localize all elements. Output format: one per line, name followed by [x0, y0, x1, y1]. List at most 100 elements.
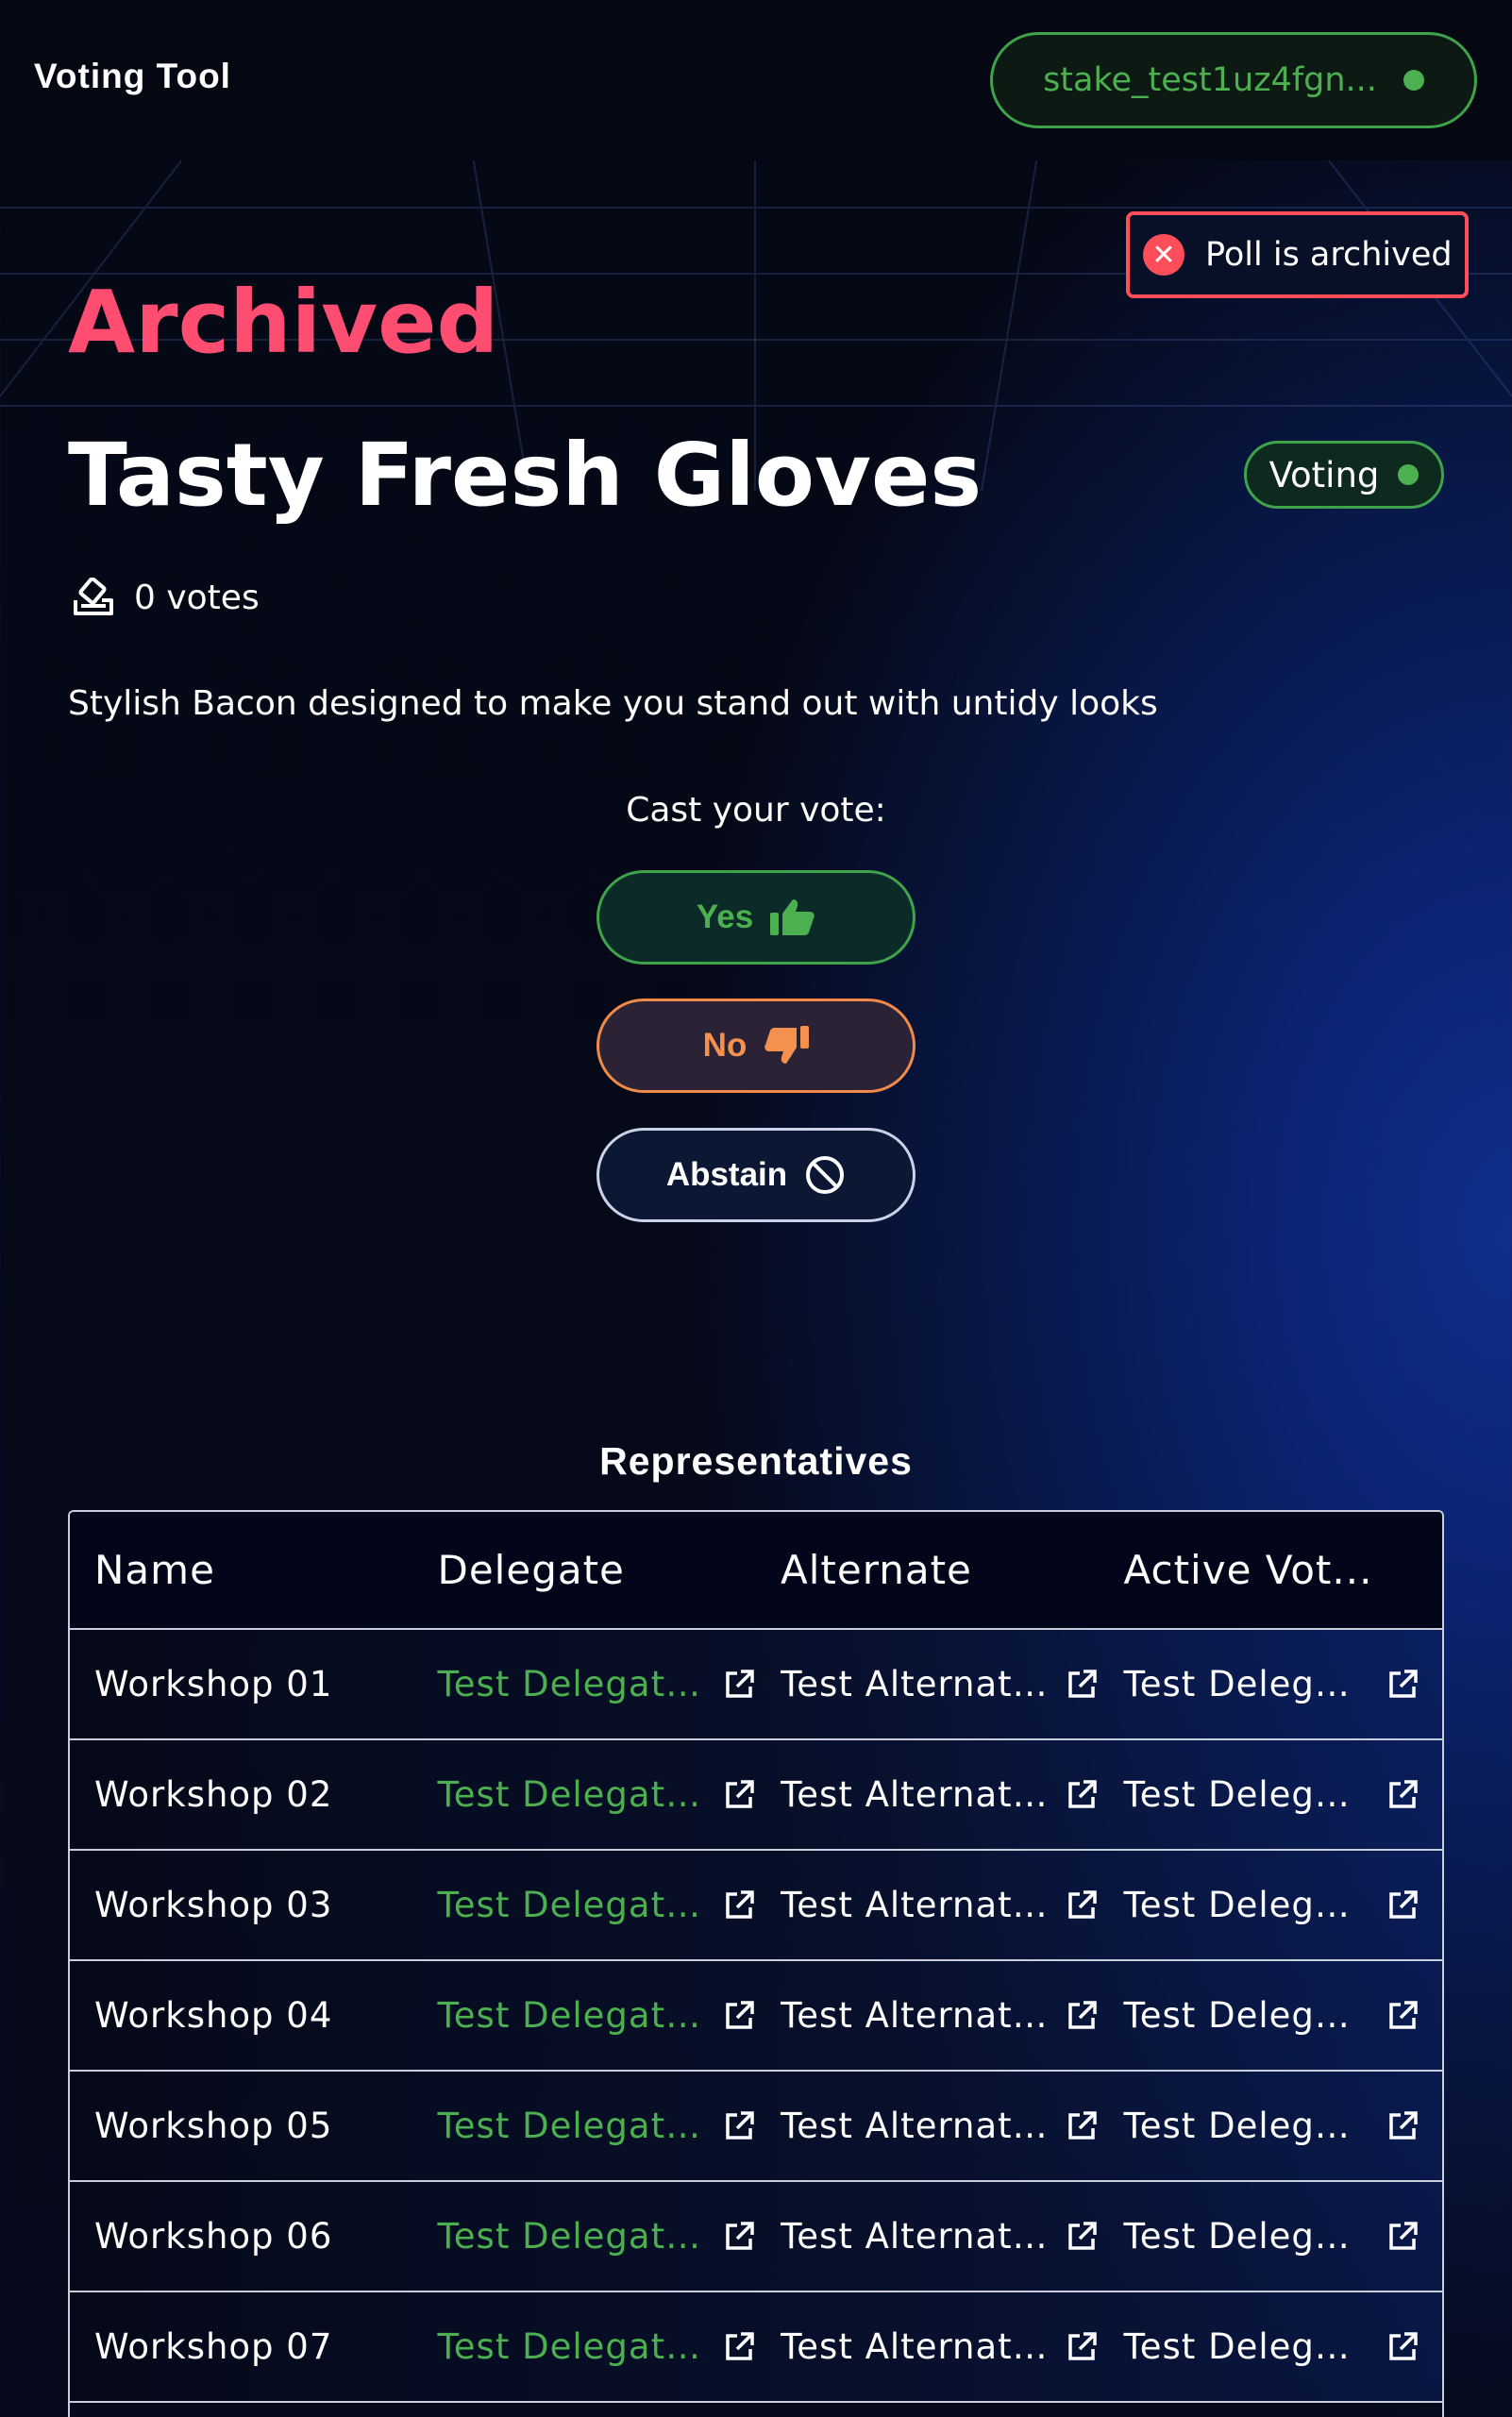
workshop-name: Workshop 07	[94, 2326, 333, 2367]
external-link-icon[interactable]	[1065, 1888, 1099, 1922]
column-header-delegate[interactable]: Delegate	[413, 1512, 757, 1628]
external-link-icon[interactable]	[1065, 1668, 1099, 1702]
vote-count: 0 votes	[72, 578, 260, 617]
cell-alternate[interactable]: Test Alternate 02	[756, 1740, 1099, 1849]
external-link-icon[interactable]	[1065, 1999, 1099, 2033]
cell-active-voter[interactable]: Test Delegat...	[1099, 1961, 1442, 2070]
alternate-link[interactable]: Test Alternate 07	[781, 2326, 1051, 2367]
cell-active-voter[interactable]: Test Delegat...	[1099, 1630, 1442, 1738]
active-voter-link[interactable]: Test Delegat...	[1123, 1774, 1359, 1815]
cell-active-voter[interactable]: Test Delegat...	[1099, 1851, 1442, 1959]
vote-count-label: 0 votes	[134, 578, 260, 617]
active-voter-link[interactable]: Test Delegat...	[1123, 1885, 1359, 1925]
ballot-icon	[74, 578, 113, 615]
external-link-icon[interactable]	[722, 1888, 756, 1922]
external-link-icon[interactable]	[1386, 1778, 1420, 1812]
alternate-link[interactable]: Test Alternate 05	[781, 2106, 1051, 2146]
vote-abstain-button[interactable]: Abstain	[596, 1128, 916, 1222]
cell-name: Workshop 02	[70, 1740, 412, 1849]
external-link-icon[interactable]	[1065, 2109, 1099, 2143]
external-link-icon[interactable]	[1386, 1999, 1420, 2033]
active-voter-link[interactable]: Test Delegat...	[1123, 2216, 1359, 2257]
vote-abstain-label: Abstain	[665, 1156, 788, 1193]
cell-active-voter[interactable]: Test Delegat...	[1099, 1740, 1442, 1849]
cell-delegate[interactable]: Test Delegate 06	[412, 2182, 755, 2291]
active-voter-link[interactable]: Test Delegat...	[1123, 1664, 1359, 1704]
active-voter-link[interactable]: Test Delegat...	[1123, 2326, 1359, 2367]
cell-name: Workshop 05	[70, 2072, 412, 2180]
delegate-link[interactable]: Test Delegate 06	[437, 2216, 708, 2257]
alternate-link[interactable]: Test Alternate 02	[781, 1774, 1051, 1815]
representatives-title: Representatives	[599, 1439, 913, 1483]
alternate-link[interactable]: Test Alternate 06	[781, 2216, 1051, 2257]
workshop-name: Workshop 04	[94, 1995, 333, 2036]
cell-delegate[interactable]: Test Delegate 03	[412, 1851, 755, 1959]
cell-active-voter[interactable]: Test Delegat...	[1099, 2072, 1442, 2180]
cell-delegate[interactable]: Test Delegate 07	[412, 2292, 755, 2401]
cell-delegate[interactable]: Test Delegate 04	[412, 1961, 755, 2070]
thumbs-up-icon	[770, 899, 815, 935]
cell-active-voter[interactable]: Test Delegat...	[1099, 2182, 1442, 2291]
cell-alternate[interactable]: Test Alternate 05	[756, 2072, 1099, 2180]
vote-yes-label: Yes	[696, 898, 754, 935]
cell-delegate[interactable]: Test Delegate 02	[412, 1740, 755, 1849]
table-header: Name Delegate Alternate Active Vot...	[70, 1512, 1442, 1630]
external-link-icon[interactable]	[722, 2109, 756, 2143]
external-link-icon[interactable]	[1386, 2109, 1420, 2143]
cell-name: Workshop 01	[70, 1630, 412, 1738]
delegate-link[interactable]: Test Delegate 04	[437, 1995, 708, 2036]
external-link-icon[interactable]	[1065, 2220, 1099, 2254]
cell-alternate[interactable]: Test Alternate 03	[756, 1851, 1099, 1959]
table-row: Workshop 06 Test Delegate 06 Test Alternat…	[70, 2182, 1442, 2292]
alternate-link[interactable]: Test Alternate 01	[781, 1664, 1051, 1704]
cell-alternate[interactable]: Test Alternate 06	[756, 2182, 1099, 2291]
poll-status-label: Voting	[1268, 454, 1380, 495]
delegate-link[interactable]: Test Delegate 07	[437, 2326, 708, 2367]
cell-name: Workshop 06	[70, 2182, 412, 2291]
external-link-icon[interactable]	[722, 1999, 756, 2033]
delegate-link[interactable]: Test Delegate 01	[437, 1664, 708, 1704]
external-link-icon[interactable]	[1065, 1778, 1099, 1812]
ban-icon	[806, 1156, 845, 1194]
workshop-name: Workshop 01	[94, 1664, 333, 1704]
poll-title: Tasty Fresh Gloves	[68, 425, 983, 526]
column-header-active-voter[interactable]: Active Vot...	[1100, 1512, 1443, 1628]
external-link-icon[interactable]	[1065, 2330, 1099, 2364]
alternate-link[interactable]: Test Alternate 04	[781, 1995, 1051, 2036]
delegate-link[interactable]: Test Delegate 05	[437, 2106, 708, 2146]
cell-alternate[interactable]: Test Alternate 07	[756, 2292, 1099, 2401]
cell-delegate[interactable]: Test Delegate 01	[412, 1630, 755, 1738]
workshop-name: Workshop 03	[94, 1885, 333, 1925]
external-link-icon[interactable]	[1386, 1668, 1420, 1702]
external-link-icon[interactable]	[722, 2220, 756, 2254]
external-link-icon[interactable]	[1386, 2220, 1420, 2254]
cast-vote-label: Cast your vote:	[626, 791, 886, 830]
cell-alternate[interactable]: Test Alternate 01	[756, 1630, 1099, 1738]
wallet-address-button[interactable]: stake_test1uz4fgn...	[990, 32, 1477, 128]
alternate-link[interactable]: Test Alternate 03	[781, 1885, 1051, 1925]
external-link-icon[interactable]	[722, 1668, 756, 1702]
close-circle-icon[interactable]: ✕	[1143, 234, 1184, 276]
external-link-icon[interactable]	[722, 2330, 756, 2364]
delegate-link[interactable]: Test Delegate 02	[437, 1774, 708, 1815]
wallet-address-label: stake_test1uz4fgn...	[1043, 61, 1377, 99]
vote-no-button[interactable]: No	[596, 999, 916, 1093]
cell-name: Workshop 03	[70, 1851, 412, 1959]
connected-dot-icon	[1403, 70, 1424, 91]
column-header-name[interactable]: Name	[70, 1512, 413, 1628]
external-link-icon[interactable]	[722, 1778, 756, 1812]
cell-delegate[interactable]: Test Delegate 05	[412, 2072, 755, 2180]
active-voter-link[interactable]: Test Delegat...	[1123, 1995, 1359, 2036]
delegate-link[interactable]: Test Delegate 03	[437, 1885, 708, 1925]
external-link-icon[interactable]	[1386, 1888, 1420, 1922]
cell-alternate[interactable]: Test Alternate 04	[756, 1961, 1099, 2070]
table-row: Workshop 05 Test Delegate 05 Test Alternat…	[70, 2072, 1442, 2182]
table-body: Workshop 01 Test Delegate 01 Test Alternat…	[70, 1630, 1442, 2403]
column-header-alternate[interactable]: Alternate	[756, 1512, 1100, 1628]
vote-no-label: No	[702, 1027, 748, 1064]
active-voter-link[interactable]: Test Delegat...	[1123, 2106, 1359, 2146]
vote-yes-button[interactable]: Yes	[596, 870, 916, 965]
table-row: Workshop 07 Test Delegate 07 Test Alternat…	[70, 2292, 1442, 2403]
cell-active-voter[interactable]: Test Delegat...	[1099, 2292, 1442, 2401]
external-link-icon[interactable]	[1386, 2330, 1420, 2364]
